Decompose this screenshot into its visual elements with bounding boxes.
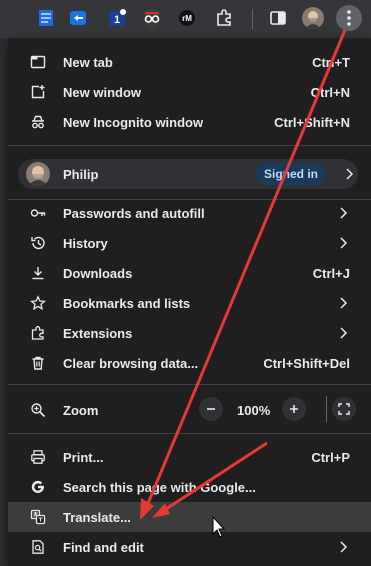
new-window-label: New window: [63, 84, 141, 100]
chevron-right-icon: [338, 206, 348, 220]
new-window-icon: [30, 84, 46, 100]
menu-item-print[interactable]: Print... Ctrl+P: [8, 442, 371, 472]
side-panel-icon[interactable]: [268, 8, 288, 28]
find-edit-label: Find and edit: [63, 539, 144, 555]
notification-1-icon[interactable]: 1: [107, 8, 127, 28]
printer-icon: [30, 449, 46, 465]
chevron-right-icon: [338, 296, 348, 310]
translate-label: Translate...: [63, 509, 131, 525]
chevron-right-icon: [338, 540, 348, 554]
menu-item-incognito[interactable]: New Incognito window Ctrl+Shift+N: [8, 107, 371, 137]
find-page-icon: [30, 539, 46, 555]
menu-item-extensions[interactable]: Extensions: [8, 318, 371, 348]
zoom-value: 100%: [237, 403, 271, 418]
zoom-label: Zoom: [63, 402, 99, 418]
menu-divider: [8, 384, 371, 385]
toolbar-separator: [252, 9, 253, 29]
menu-item-passwords[interactable]: Passwords and autofill: [8, 198, 371, 228]
zoom-separator: [326, 396, 327, 422]
history-label: History: [63, 235, 108, 251]
clear-data-label: Clear browsing data...: [63, 355, 199, 371]
new-window-shortcut: Ctrl+N: [310, 84, 350, 100]
translate-icon: [30, 509, 46, 525]
rm-label: rM: [182, 14, 192, 23]
chevron-right-icon: [344, 167, 354, 181]
trash-icon: [30, 355, 46, 371]
menu-item-history[interactable]: History: [8, 228, 371, 258]
downloads-label: Downloads: [63, 265, 133, 281]
chevron-right-icon: [338, 236, 348, 250]
menu-item-zoom: Zoom: [8, 395, 371, 425]
clear-data-shortcut: Ctrl+Shift+Del: [263, 355, 350, 371]
more-options-icon[interactable]: [336, 5, 362, 31]
new-tab-label: New tab: [63, 54, 113, 70]
new-tab-icon: [30, 54, 46, 70]
menu-item-search-page[interactable]: Search this page with Google...: [8, 472, 371, 502]
badge-count: 1: [114, 14, 120, 26]
new-tab-shortcut: Ctrl+T: [312, 54, 350, 70]
chrome-main-menu: New tab Ctrl+T New window Ctrl+N New Inc…: [8, 38, 371, 566]
avatar: [26, 162, 50, 186]
spy-glasses-icon[interactable]: [142, 8, 162, 28]
menu-item-bookmarks[interactable]: Bookmarks and lists: [8, 288, 371, 318]
zoom-in-button[interactable]: [282, 397, 306, 421]
print-shortcut: Ctrl+P: [311, 449, 350, 465]
menu-item-clear-data[interactable]: Clear browsing data... Ctrl+Shift+Del: [8, 348, 371, 378]
menu-item-downloads[interactable]: Downloads Ctrl+J: [8, 258, 371, 288]
menu-item-new-tab[interactable]: New tab Ctrl+T: [8, 47, 371, 77]
profile-row[interactable]: Philip Signed in: [18, 159, 358, 189]
page-edge: [0, 38, 8, 566]
downloads-shortcut: Ctrl+J: [312, 265, 350, 281]
bookmarks-label: Bookmarks and lists: [63, 295, 191, 311]
fullscreen-button[interactable]: [332, 397, 356, 421]
rm-icon[interactable]: rM: [177, 8, 197, 28]
extensions-label: Extensions: [63, 325, 133, 341]
incognito-label: New Incognito window: [63, 114, 204, 130]
menu-divider: [8, 433, 371, 434]
passwords-label: Passwords and autofill: [63, 205, 205, 221]
history-icon: [30, 235, 46, 251]
browser-toolbar: 1 rM: [0, 0, 371, 38]
star-icon: [30, 295, 46, 311]
key-icon: [30, 205, 46, 221]
print-label: Print...: [63, 449, 104, 465]
menu-divider: [8, 145, 371, 146]
menu-item-find-edit[interactable]: Find and edit: [8, 532, 371, 562]
translate-ext-icon[interactable]: [68, 8, 88, 28]
incognito-shortcut: Ctrl+Shift+N: [274, 114, 350, 130]
menu-item-new-window[interactable]: New window Ctrl+N: [8, 77, 371, 107]
chevron-right-icon: [338, 326, 348, 340]
menu-item-translate[interactable]: Translate...: [8, 502, 371, 532]
zoom-icon: [30, 402, 46, 418]
search-page-label: Search this page with Google...: [63, 479, 256, 495]
zoom-out-button[interactable]: [199, 397, 223, 421]
puzzle-icon: [30, 325, 46, 341]
profile-name: Philip: [63, 167, 99, 182]
puzzle-icon[interactable]: [214, 8, 234, 28]
profile-avatar-icon[interactable]: [302, 7, 324, 29]
incognito-icon: [30, 114, 46, 130]
download-icon: [30, 265, 46, 281]
blue-doc-icon[interactable]: [36, 8, 56, 28]
signed-in-badge: Signed in: [256, 163, 326, 185]
google-g-icon: [30, 479, 46, 495]
